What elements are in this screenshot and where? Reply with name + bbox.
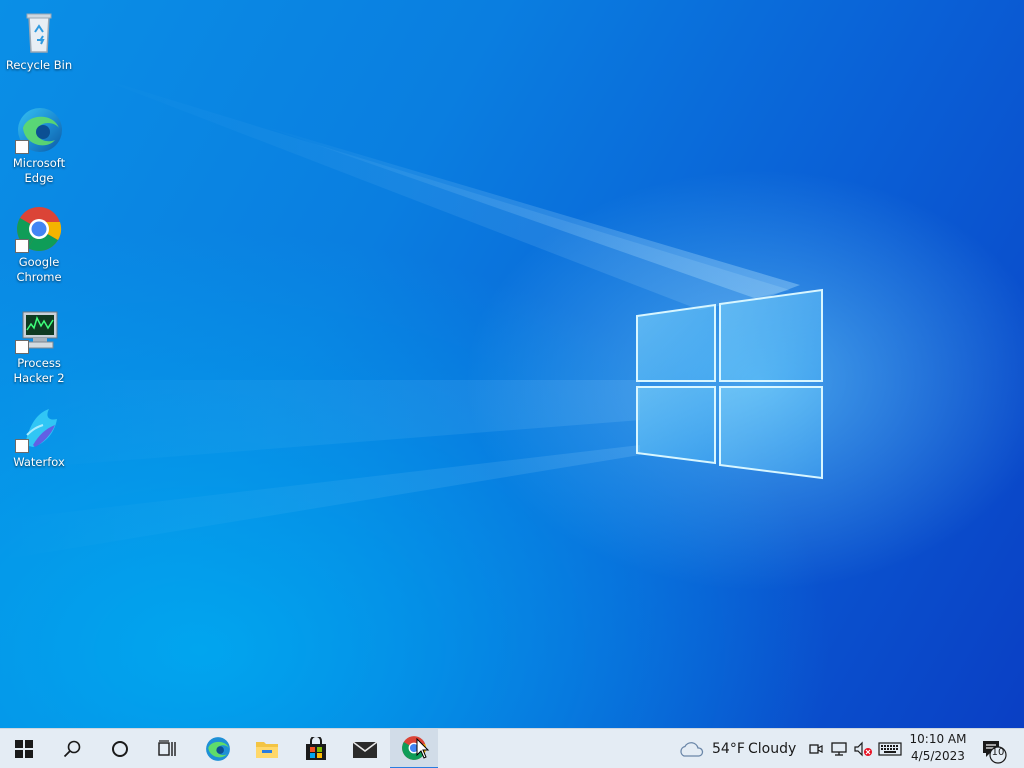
taskbar-chrome-button[interactable]: [390, 729, 438, 768]
search-button[interactable]: [48, 729, 96, 768]
desktop-icon-chrome[interactable]: Google Chrome: [4, 205, 74, 285]
desktop-icon-label: Edge: [24, 171, 54, 185]
weather-temperature: 54°F: [712, 741, 745, 757]
weather-widget[interactable]: [678, 729, 706, 768]
mail-button[interactable]: [341, 729, 389, 768]
action-center-button[interactable]: 10: [980, 729, 1020, 768]
desktop-icon-edge[interactable]: Microsoft Edge: [4, 106, 74, 186]
shortcut-arrow-icon: [15, 340, 29, 354]
weather-condition: Cloudy: [748, 741, 797, 757]
clock-date: 4/5/2023: [911, 749, 965, 763]
notification-count: 10: [991, 747, 1005, 758]
store-button[interactable]: [292, 729, 340, 768]
shortcut-arrow-icon: [15, 239, 29, 253]
volume-muted-icon: [854, 741, 872, 757]
chrome-icon: [15, 205, 63, 253]
desktop-icon-label: Chrome: [16, 270, 62, 284]
windows-icon: [15, 740, 33, 758]
search-icon: [63, 740, 81, 758]
desktop-icon-label: Waterfox: [13, 455, 65, 469]
cortana-circle-icon: [112, 741, 128, 757]
network-icon: [831, 742, 847, 756]
desktop-icon-process-hacker[interactable]: Process Hacker 2: [4, 306, 74, 386]
volume-button[interactable]: [852, 729, 874, 768]
file-explorer-button[interactable]: [243, 729, 291, 768]
taskbar: 54°F Cloudy 10:10 AM 4/5/2023 10: [0, 728, 1024, 768]
taskbar-edge-button[interactable]: [194, 729, 242, 768]
recycle-bin-icon: [15, 8, 63, 56]
clock-time: 10:10 AM: [909, 732, 967, 746]
edge-icon: [206, 737, 230, 761]
mouse-cursor-icon: [416, 738, 430, 759]
keyboard-icon: [878, 742, 902, 756]
network-button[interactable]: [829, 729, 849, 768]
shortcut-arrow-icon: [15, 439, 29, 453]
waterfox-icon: [15, 405, 63, 453]
start-button[interactable]: [0, 729, 48, 768]
mail-icon: [352, 741, 378, 758]
desktop-icon-label: Microsoft: [12, 156, 66, 170]
desktop: Recycle Bin Microsoft Edge Google Chrome…: [0, 0, 1024, 728]
meet-now-icon: [809, 744, 823, 754]
edge-icon: [15, 106, 63, 154]
process-hacker-icon: [15, 306, 63, 354]
meet-now-button[interactable]: [807, 729, 825, 768]
task-view-button[interactable]: [144, 729, 192, 768]
desktop-icon-label: Process: [17, 356, 61, 370]
folder-icon: [256, 742, 278, 758]
store-bag-icon: [306, 737, 326, 760]
shortcut-arrow-icon: [15, 140, 29, 154]
desktop-icon-label: Recycle Bin: [5, 58, 73, 72]
desktop-icon-waterfox[interactable]: Waterfox: [4, 405, 74, 470]
desktop-icon-label: Google: [18, 255, 60, 269]
desktop-icon-recycle-bin[interactable]: Recycle Bin: [4, 8, 74, 73]
system-clock[interactable]: 10:10 AM 4/5/2023: [900, 731, 976, 765]
cortana-button[interactable]: [96, 729, 144, 768]
desktop-icon-label: Hacker 2: [13, 371, 65, 385]
task-view-icon: [158, 740, 176, 756]
wallpaper-windows-logo: [636, 288, 823, 480]
cloud-icon: [680, 742, 704, 757]
